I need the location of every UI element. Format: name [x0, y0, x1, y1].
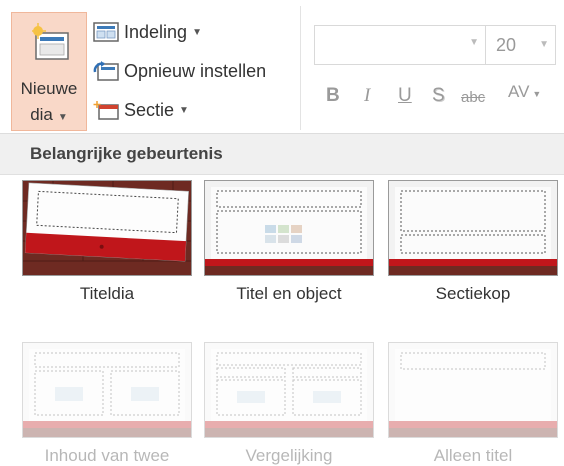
layout-gallery: Belangrijke gebeurtenis Titeldia Titel e… [0, 133, 564, 465]
strikethrough-button[interactable]: abc [461, 89, 485, 106]
two-content-thumbnail [23, 343, 191, 437]
layout-tile-two-content[interactable] [22, 342, 192, 438]
layout-label: Indeling [124, 21, 188, 42]
layout-tile-comparison[interactable] [204, 342, 374, 438]
italic-button[interactable]: I [364, 85, 370, 107]
title-slide-thumbnail [23, 181, 191, 275]
new-slide-icon [32, 23, 69, 60]
font-name-field[interactable]: ▼ [314, 25, 486, 65]
reset-label: Opnieuw instellen [124, 60, 267, 81]
chevron-down-icon[interactable]: ▼ [539, 39, 549, 50]
section-header-thumbnail [389, 181, 557, 275]
chevron-down-icon: ▼ [532, 89, 542, 99]
title-only-thumbnail [389, 343, 557, 437]
char-spacing-button[interactable]: AV ▼ [508, 82, 541, 102]
layout-label-comparison: Vergelijking [245, 446, 333, 465]
section-label: Sectie [124, 99, 175, 120]
bold-button[interactable]: B [326, 85, 340, 107]
reset-icon [93, 61, 119, 81]
layout-tile-title-content[interactable] [204, 180, 374, 276]
comparison-thumbnail [205, 343, 373, 437]
layout-icon [93, 22, 119, 42]
chevron-down-icon: ▼ [192, 26, 202, 38]
gallery-theme-name: Belangrijke gebeurtenis [30, 144, 223, 163]
layout-label-section-header: Sectiekop [435, 284, 511, 303]
layout-label-title-only: Alleen titel [433, 446, 513, 465]
underline-button[interactable]: U [398, 85, 412, 107]
layout-tile-title-only[interactable] [388, 342, 558, 438]
new-slide-sublabel: dia ▼ [30, 105, 68, 124]
section-icon [93, 101, 119, 120]
ribbon: Nieuwe dia ▼ Indeling ▼ Opnieuw instellen … [0, 0, 564, 133]
shadow-button[interactable]: S [432, 85, 445, 107]
new-slide-button[interactable]: Nieuwe dia ▼ [11, 12, 87, 131]
gallery-header: Belangrijke gebeurtenis [0, 134, 564, 175]
section-button[interactable]: Sectie ▼ [92, 96, 189, 124]
chevron-down-icon[interactable]: ▼ [469, 37, 479, 48]
layout-tile-section-header[interactable] [388, 180, 558, 276]
ribbon-divider [300, 6, 301, 130]
font-size-value: 20 [496, 35, 517, 55]
chevron-down-icon: ▼ [179, 104, 189, 116]
layout-label-two-content: Inhoud van twee [44, 446, 170, 465]
new-slide-label: Nieuwe [20, 79, 78, 98]
chevron-down-icon: ▼ [57, 112, 68, 123]
layout-tile-title-slide[interactable] [22, 180, 192, 276]
title-content-thumbnail [205, 181, 373, 275]
layout-label-title-slide: Titeldia [79, 284, 135, 303]
reset-button[interactable]: Opnieuw instellen [92, 57, 266, 85]
font-size-field[interactable]: 20 ▼ [486, 25, 556, 65]
layout-button[interactable]: Indeling ▼ [92, 18, 202, 46]
layout-label-title-content: Titel en object [236, 284, 342, 303]
